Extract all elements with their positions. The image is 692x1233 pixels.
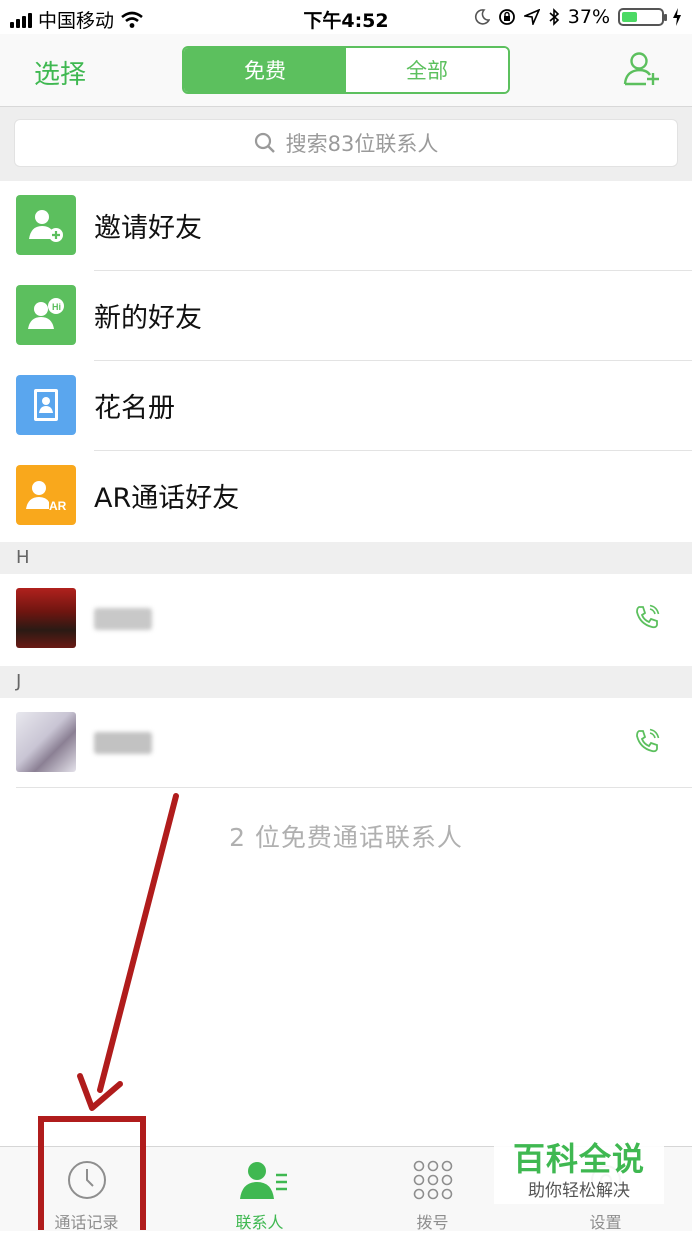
watermark-subtitle: 助你轻松解决 bbox=[528, 1181, 630, 1201]
search-placeholder: 搜索83位联系人 bbox=[285, 132, 439, 156]
rotation-lock-icon bbox=[498, 9, 515, 25]
list-item-label: AR通话好友 bbox=[94, 483, 240, 514]
tab-free[interactable]: 免费 bbox=[184, 48, 346, 92]
tab-label: 拨号 bbox=[416, 1213, 449, 1232]
contact-row[interactable] bbox=[0, 698, 692, 788]
list-item-new-friend[interactable]: Hi 新的好友 bbox=[0, 271, 692, 361]
new-friend-icon: Hi bbox=[16, 285, 76, 345]
tab-label: 联系人 bbox=[235, 1213, 284, 1232]
location-icon bbox=[523, 9, 540, 25]
list-item-roster[interactable]: 花名册 bbox=[0, 361, 692, 451]
select-button[interactable]: 选择 bbox=[34, 54, 86, 91]
section-letter: J bbox=[16, 671, 22, 692]
svg-text:Hi: Hi bbox=[52, 302, 61, 312]
moon-icon bbox=[474, 9, 490, 25]
ar-friend-icon: AR bbox=[16, 465, 76, 525]
bluetooth-icon bbox=[549, 8, 559, 26]
list-item-ar-friend[interactable]: AR AR通话好友 bbox=[0, 451, 692, 541]
battery-percent: 37% bbox=[567, 6, 610, 28]
segmented-control: 免费 全部 bbox=[182, 46, 510, 94]
search-area: 搜索83位联系人 bbox=[0, 107, 692, 181]
section-header-h: H bbox=[0, 542, 692, 574]
list-item-label: 邀请好友 bbox=[94, 213, 202, 244]
tab-label: 设置 bbox=[589, 1213, 622, 1232]
list-item-invite[interactable]: 邀请好友 bbox=[0, 181, 692, 271]
charging-icon bbox=[673, 8, 681, 26]
list-item-label: 花名册 bbox=[94, 393, 175, 424]
search-icon bbox=[254, 132, 275, 153]
status-right: 37% bbox=[474, 6, 682, 28]
invite-friend-icon bbox=[16, 195, 76, 255]
add-person-icon[interactable] bbox=[622, 48, 662, 88]
contact-name-blurred bbox=[94, 732, 152, 754]
avatar bbox=[16, 712, 76, 772]
status-bar: 中国移动 下午4:52 37% bbox=[0, 0, 692, 34]
divider bbox=[16, 787, 692, 788]
contact-name-blurred bbox=[94, 608, 152, 630]
contacts-icon bbox=[240, 1162, 287, 1199]
nav-bar: 选择 免费 全部 bbox=[0, 34, 692, 107]
search-input[interactable]: 搜索83位联系人 bbox=[14, 119, 678, 167]
list-item-label: 新的好友 bbox=[94, 303, 202, 334]
contacts-summary: 2 位免费通话联系人 bbox=[229, 823, 463, 852]
phone-call-icon[interactable] bbox=[634, 604, 660, 630]
avatar bbox=[16, 588, 76, 648]
annotation-highlight-box bbox=[38, 1116, 146, 1230]
phone-call-icon[interactable] bbox=[634, 728, 660, 754]
contact-row[interactable] bbox=[0, 574, 692, 664]
section-header-j: J bbox=[0, 666, 692, 698]
watermark-title: 百科全说 bbox=[512, 1140, 645, 1178]
svg-text:AR: AR bbox=[49, 499, 67, 513]
roster-icon bbox=[16, 375, 76, 435]
section-letter: H bbox=[16, 547, 30, 568]
tab-all[interactable]: 全部 bbox=[346, 48, 508, 92]
battery-icon bbox=[618, 8, 667, 26]
tab-contacts[interactable]: 联系人 bbox=[173, 1147, 346, 1232]
watermark: 百科全说 助你轻松解决 bbox=[494, 1128, 664, 1204]
dialpad-icon bbox=[413, 1160, 453, 1200]
